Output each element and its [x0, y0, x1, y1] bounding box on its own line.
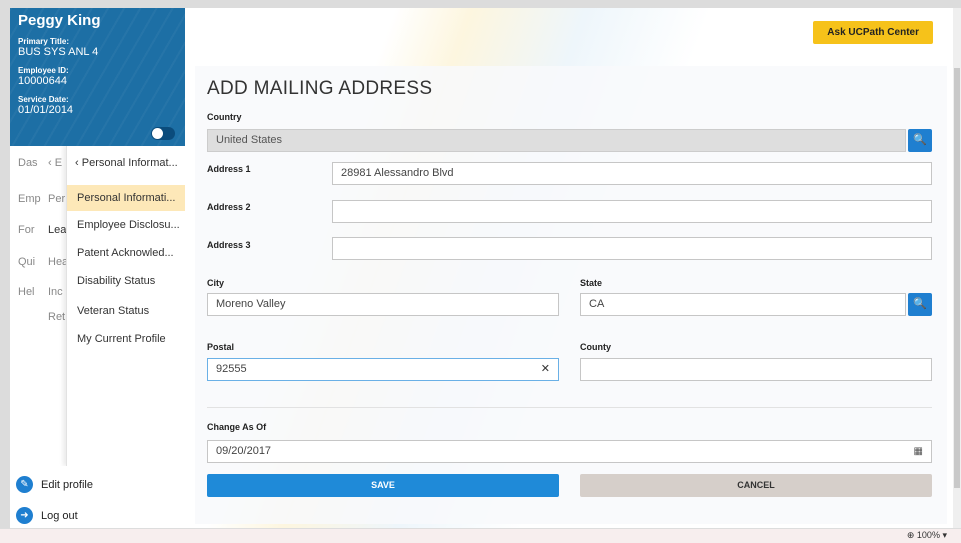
nav-back-personal-information[interactable]: ‹ Personal Informat... — [67, 150, 185, 176]
clear-icon[interactable]: ✕ — [541, 359, 550, 380]
nav-l1-item[interactable]: Hel — [18, 286, 42, 298]
address1-input[interactable]: 28981 Alessandro Blvd — [332, 162, 932, 185]
nav-level-2: ‹ E Per Lea Hea Inc Ret — [42, 146, 68, 466]
state-label: State — [580, 278, 603, 288]
nav-item-employee-disclosure[interactable]: Employee Disclosu... — [67, 212, 185, 238]
vertical-scrollbar[interactable] — [953, 8, 961, 528]
postal-input[interactable]: 92555 ✕ — [207, 358, 559, 381]
edit-profile-label: Edit profile — [41, 478, 93, 491]
search-icon: 🔍 — [913, 298, 927, 310]
edit-profile-link[interactable]: ✎ Edit profile — [16, 476, 93, 493]
search-icon: 🔍 — [913, 134, 927, 146]
nav-l2-item[interactable]: Hea — [48, 256, 68, 268]
browser-window: Peggy King Primary Title: BUS SYS ANL 4 … — [0, 0, 961, 543]
state-search-button[interactable]: 🔍 — [908, 293, 932, 316]
nav-l1-item[interactable]: Emp — [18, 193, 42, 205]
change-as-of-input[interactable]: 09/20/2017 ▦ — [207, 440, 932, 463]
primary-title-label: Primary Title: — [18, 37, 69, 46]
state-input[interactable]: CA — [580, 293, 906, 316]
service-date-label: Service Date: — [18, 95, 69, 104]
chevron-left-icon: ‹ — [75, 157, 79, 169]
county-input[interactable] — [580, 358, 932, 381]
postal-label: Postal — [207, 342, 235, 352]
address1-label: Address 1 — [207, 164, 251, 174]
scrollbar-thumb[interactable] — [954, 68, 960, 488]
sidebar-nav: Das Emp For Qui Hel ‹ E Per Lea Hea Inc … — [10, 146, 185, 466]
zoom-control[interactable]: ⊕ 100% ▾ — [907, 530, 947, 541]
calendar-icon[interactable]: ▦ — [914, 441, 923, 462]
country-search-button[interactable]: 🔍 — [908, 129, 932, 152]
sidebar-actions: ✎ Edit profile ➜ Log out — [10, 466, 185, 528]
log-out-icon: ➜ — [16, 507, 33, 524]
country-field[interactable]: United States — [207, 129, 906, 152]
status-bar: ⊕ 100% ▾ — [0, 528, 961, 543]
nav-l2-item[interactable]: Lea — [48, 224, 68, 236]
nav-header-label: Personal Informat... — [81, 157, 178, 169]
nav-l1-item[interactable]: For — [18, 224, 42, 236]
address2-label: Address 2 — [207, 202, 251, 212]
nav-level-1: Das Emp For Qui Hel — [10, 146, 42, 466]
service-date-value: 01/01/2014 — [18, 104, 74, 116]
city-label: City — [207, 278, 225, 288]
nav-l2-item[interactable]: Ret — [48, 311, 68, 323]
profile-panel: Peggy King Primary Title: BUS SYS ANL 4 … — [10, 8, 185, 146]
country-label: Country — [207, 112, 242, 122]
address3-label: Address 3 — [207, 240, 251, 250]
primary-title-value: BUS SYS ANL 4 — [18, 46, 99, 58]
nav-l2-back[interactable]: ‹ E — [48, 157, 68, 169]
postal-value: 92555 — [216, 363, 247, 375]
nav-l1-item[interactable]: Das — [18, 157, 42, 169]
save-button[interactable]: SAVE — [207, 474, 559, 497]
ask-ucpath-center-button[interactable]: Ask UCPath Center — [813, 21, 933, 44]
cancel-button[interactable]: CANCEL — [580, 474, 932, 497]
address3-input[interactable] — [332, 237, 932, 260]
nav-item-patent-acknowledgement[interactable]: Patent Acknowled... — [67, 240, 185, 266]
county-label: County — [580, 342, 611, 352]
log-out-label: Log out — [41, 509, 78, 522]
nav-l1-item[interactable]: Qui — [18, 256, 42, 268]
pencil-icon: ✎ — [16, 476, 33, 493]
log-out-link[interactable]: ➜ Log out — [16, 507, 78, 524]
main-content: Ask UCPath Center ADD MAILING ADDRESS Co… — [185, 8, 953, 528]
change-as-of-label: Change As Of — [207, 422, 267, 432]
nav-l2-item[interactable]: Per — [48, 193, 68, 205]
nav-item-disability-status[interactable]: Disability Status — [67, 268, 185, 294]
profile-name: Peggy King — [18, 12, 101, 29]
chevron-down-icon: ▾ — [942, 530, 947, 540]
page-title: ADD MAILING ADDRESS — [207, 78, 433, 99]
form-divider — [207, 407, 932, 408]
city-input[interactable]: Moreno Valley — [207, 293, 559, 316]
nav-item-personal-information[interactable]: Personal Informati... — [67, 185, 185, 211]
zoom-level: 100% — [916, 530, 940, 540]
nav-l2-item[interactable]: Inc — [48, 286, 68, 298]
nav-level-3: ‹ Personal Informat... Personal Informat… — [66, 146, 185, 466]
change-as-of-value: 09/20/2017 — [216, 445, 272, 457]
employee-id-value: 10000644 — [18, 75, 67, 87]
profile-toggle[interactable] — [151, 127, 175, 140]
employee-id-label: Employee ID: — [18, 66, 69, 75]
nav-item-veteran-status[interactable]: Veteran Status — [67, 298, 185, 324]
nav-item-my-current-profile[interactable]: My Current Profile — [67, 326, 185, 352]
zoom-icon: ⊕ — [906, 530, 915, 540]
address2-input[interactable] — [332, 200, 932, 223]
